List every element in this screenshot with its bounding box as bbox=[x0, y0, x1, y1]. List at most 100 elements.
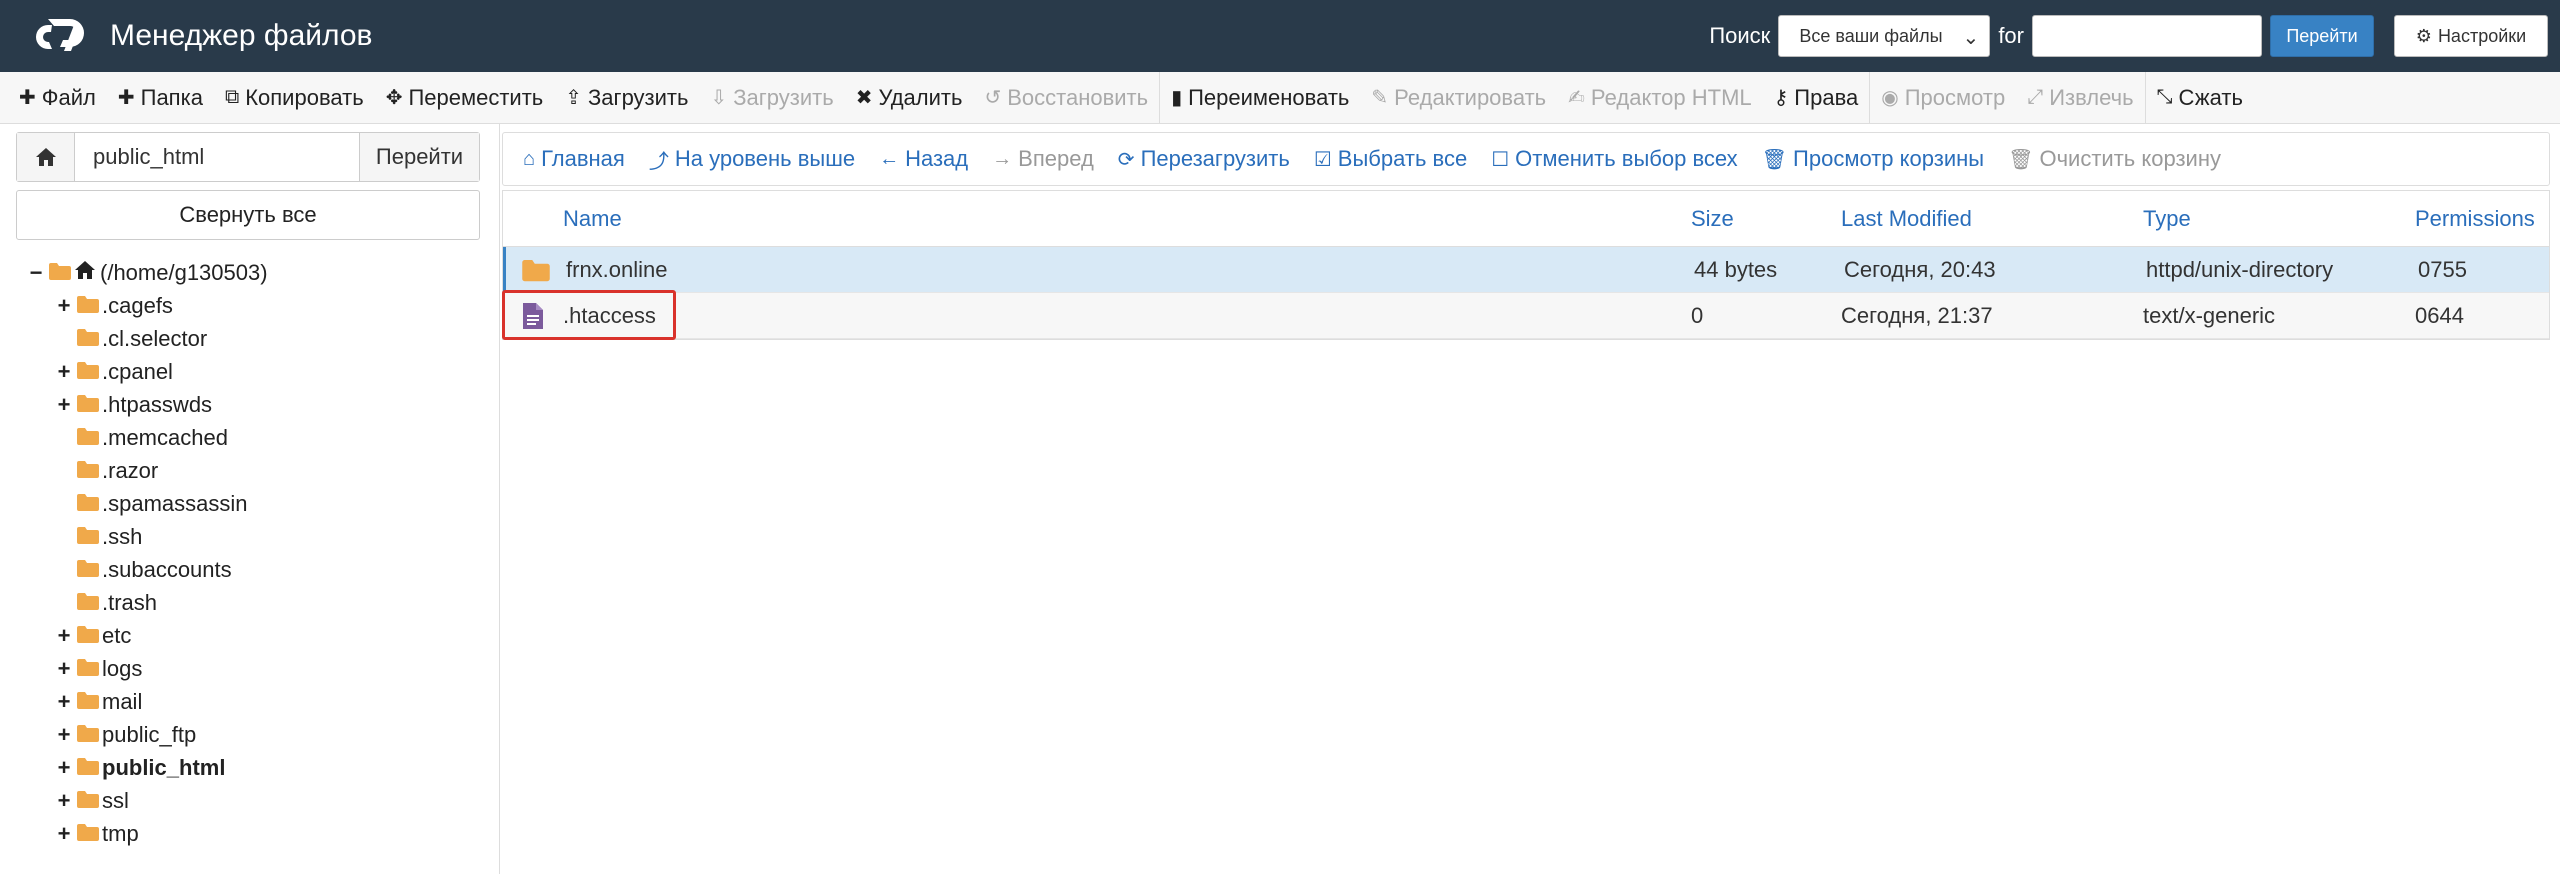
column-modified[interactable]: Last Modified bbox=[1841, 206, 1972, 231]
toolbar-button-6[interactable]: ✖ Удалить bbox=[845, 72, 974, 124]
toolbar-button-4[interactable]: ⇪ Загрузить bbox=[554, 72, 699, 124]
nav-button-5[interactable]: ☑ Выбрать все bbox=[1302, 146, 1479, 172]
nav-button-label: Выбрать все bbox=[1337, 146, 1468, 171]
expand-toggle-icon[interactable]: + bbox=[54, 755, 74, 781]
expand-toggle-icon[interactable]: + bbox=[54, 623, 74, 649]
tree-node[interactable]: .memcached bbox=[26, 421, 486, 454]
plus-icon: ✚ bbox=[117, 87, 135, 109]
tree-node[interactable]: + logs bbox=[26, 652, 486, 685]
search-go-button[interactable]: Перейти bbox=[2270, 15, 2374, 57]
toolbar-button-label: Редактировать bbox=[1394, 84, 1547, 110]
tree-node-label: logs bbox=[102, 655, 143, 681]
folder-icon bbox=[74, 656, 102, 682]
tree-node[interactable]: + mail bbox=[26, 685, 486, 718]
table-row[interactable]: .htaccess 0 Сегодня, 21:37 text/x-generic 06… bbox=[503, 293, 2549, 339]
toolbar-button-3[interactable]: ✥ Переместить bbox=[375, 72, 555, 124]
nav-button-7[interactable]: 🗑 Просмотр корзины bbox=[1750, 146, 1996, 172]
file-name: frnx.online bbox=[566, 256, 668, 282]
toolbar-button-5[interactable]: ⇩ Загрузить bbox=[699, 72, 844, 124]
tree-node[interactable]: .razor bbox=[26, 454, 486, 487]
search-area: Поиск Все ваши файлы ⌄ for Перейти ⚙ Нас… bbox=[1709, 0, 2560, 72]
nav-button-0[interactable]: ⌂ Главная bbox=[511, 146, 637, 172]
toolbar-button-2[interactable]: ⧉ Копировать bbox=[214, 72, 375, 124]
chevron-down-icon: ⌄ bbox=[1962, 27, 1980, 49]
toolbar-button-13[interactable]: ⤢ Извлечь bbox=[2016, 72, 2144, 124]
arrow-left-icon: ← bbox=[879, 147, 900, 170]
compress-icon: ⤡ bbox=[2156, 86, 2173, 108]
toolbar-button-label: Просмотр bbox=[1904, 84, 2006, 110]
expand-toggle-icon[interactable]: + bbox=[54, 359, 74, 385]
expand-toggle-icon[interactable]: + bbox=[54, 656, 74, 682]
app-title: Менеджер файлов bbox=[110, 19, 373, 52]
tree-node[interactable]: .subaccounts bbox=[26, 553, 486, 586]
nav-button-6[interactable]: ☐ Отменить выбор всех bbox=[1479, 146, 1749, 172]
table-row[interactable]: frnx.online 44 bytes Сегодня, 20:43 httpd/u… bbox=[503, 247, 2549, 293]
toolbar-button-11[interactable]: ⚷ Права bbox=[1763, 72, 1870, 124]
home-icon bbox=[74, 260, 100, 286]
tree-node[interactable]: + etc bbox=[26, 619, 486, 652]
expand-toggle-icon[interactable]: + bbox=[54, 722, 74, 748]
edit-icon: ✍ bbox=[1568, 87, 1585, 109]
tree-node[interactable]: .cl.selector bbox=[26, 322, 486, 355]
directory-sidebar: public_html Перейти Свернуть все − (/home… bbox=[0, 124, 500, 874]
toolbar-button-8[interactable]: ▮ Переименовать bbox=[1160, 72, 1360, 124]
home-button[interactable] bbox=[17, 133, 75, 181]
nav-button-3[interactable]: → Вперед bbox=[980, 146, 1106, 172]
search-input[interactable] bbox=[2032, 15, 2262, 57]
collapse-all-button[interactable]: Свернуть все bbox=[16, 190, 480, 240]
collapse-toggle-icon[interactable]: − bbox=[26, 260, 46, 286]
toolbar-button-9[interactable]: ✎ Редактировать bbox=[1360, 72, 1557, 124]
column-name[interactable]: Name bbox=[563, 206, 622, 231]
expand-toggle-icon[interactable]: + bbox=[54, 392, 74, 418]
tree-node[interactable]: + .htpasswds bbox=[26, 388, 486, 421]
expand-toggle-icon[interactable]: + bbox=[54, 821, 74, 847]
folder-icon bbox=[74, 425, 102, 451]
expand-toggle-icon[interactable]: + bbox=[54, 689, 74, 715]
tree-node[interactable]: .spamassassin bbox=[26, 487, 486, 520]
tree-node[interactable]: + .cpanel bbox=[26, 355, 486, 388]
tree-node[interactable]: + tmp bbox=[26, 817, 486, 850]
folder-icon bbox=[74, 326, 102, 352]
tree-node[interactable]: − (/home/g130503) bbox=[26, 256, 486, 289]
tree-node[interactable]: + public_html bbox=[26, 751, 486, 784]
column-size[interactable]: Size bbox=[1691, 206, 1734, 231]
toolbar-button-label: Загрузить bbox=[733, 84, 834, 110]
toolbar-button-10[interactable]: ✍ Редактор HTML bbox=[1557, 72, 1762, 124]
column-permissions[interactable]: Permissions bbox=[2415, 206, 2535, 231]
column-type[interactable]: Type bbox=[2143, 206, 2191, 231]
search-scope-value: Все ваши файлы bbox=[1799, 25, 1943, 46]
search-scope-select[interactable]: Все ваши файлы ⌄ bbox=[1778, 15, 1991, 57]
tree-node[interactable]: .ssh bbox=[26, 520, 486, 553]
nav-button-2[interactable]: ← Назад bbox=[867, 146, 980, 172]
toolbar-button-1[interactable]: ✚ Папка bbox=[107, 72, 214, 124]
path-input[interactable]: public_html bbox=[75, 133, 359, 181]
toolbar-button-label: Редактор HTML bbox=[1590, 84, 1752, 110]
directory-tree: − (/home/g130503) + .cagefs .cl.selector + .cp… bbox=[26, 256, 486, 850]
nav-button-4[interactable]: ⟳ Перезагрузить bbox=[1106, 146, 1302, 172]
nav-button-8[interactable]: 🗑 Очистить корзину bbox=[1996, 146, 2233, 172]
toolbar-button-12[interactable]: ◉ Просмотр bbox=[1870, 72, 2016, 124]
toolbar-button-label: Файл bbox=[41, 84, 96, 110]
tree-node[interactable]: + public_ftp bbox=[26, 718, 486, 751]
toolbar-button-7[interactable]: ↺ Восстановить bbox=[973, 72, 1159, 124]
folder-icon bbox=[74, 689, 102, 715]
expand-toggle-icon[interactable]: + bbox=[54, 293, 74, 319]
cpanel-logo-icon bbox=[36, 19, 84, 51]
path-go-button[interactable]: Перейти bbox=[359, 133, 479, 181]
tree-node[interactable]: + ssl bbox=[26, 784, 486, 817]
undo-icon: ↺ bbox=[984, 87, 1002, 109]
tree-node[interactable]: .trash bbox=[26, 586, 486, 619]
expand-toggle-icon[interactable]: + bbox=[54, 788, 74, 814]
folder-icon bbox=[74, 392, 102, 418]
toolbar-button-label: Копировать bbox=[245, 84, 364, 110]
nav-button-label: Назад bbox=[905, 146, 969, 171]
folder-icon bbox=[506, 258, 566, 282]
nav-button-1[interactable]: ⤴ На уровень выше bbox=[637, 145, 867, 174]
cpanel-logo[interactable]: Менеджер файлов bbox=[28, 13, 372, 59]
settings-button[interactable]: ⚙ Настройки bbox=[2394, 15, 2548, 57]
tree-node[interactable]: + .cagefs bbox=[26, 289, 486, 322]
plus-icon: ✚ bbox=[19, 87, 36, 109]
folder-icon bbox=[74, 524, 102, 550]
toolbar-button-14[interactable]: ⤡ Сжать bbox=[2146, 72, 2254, 124]
toolbar-button-0[interactable]: ✚ Файл bbox=[8, 72, 107, 124]
